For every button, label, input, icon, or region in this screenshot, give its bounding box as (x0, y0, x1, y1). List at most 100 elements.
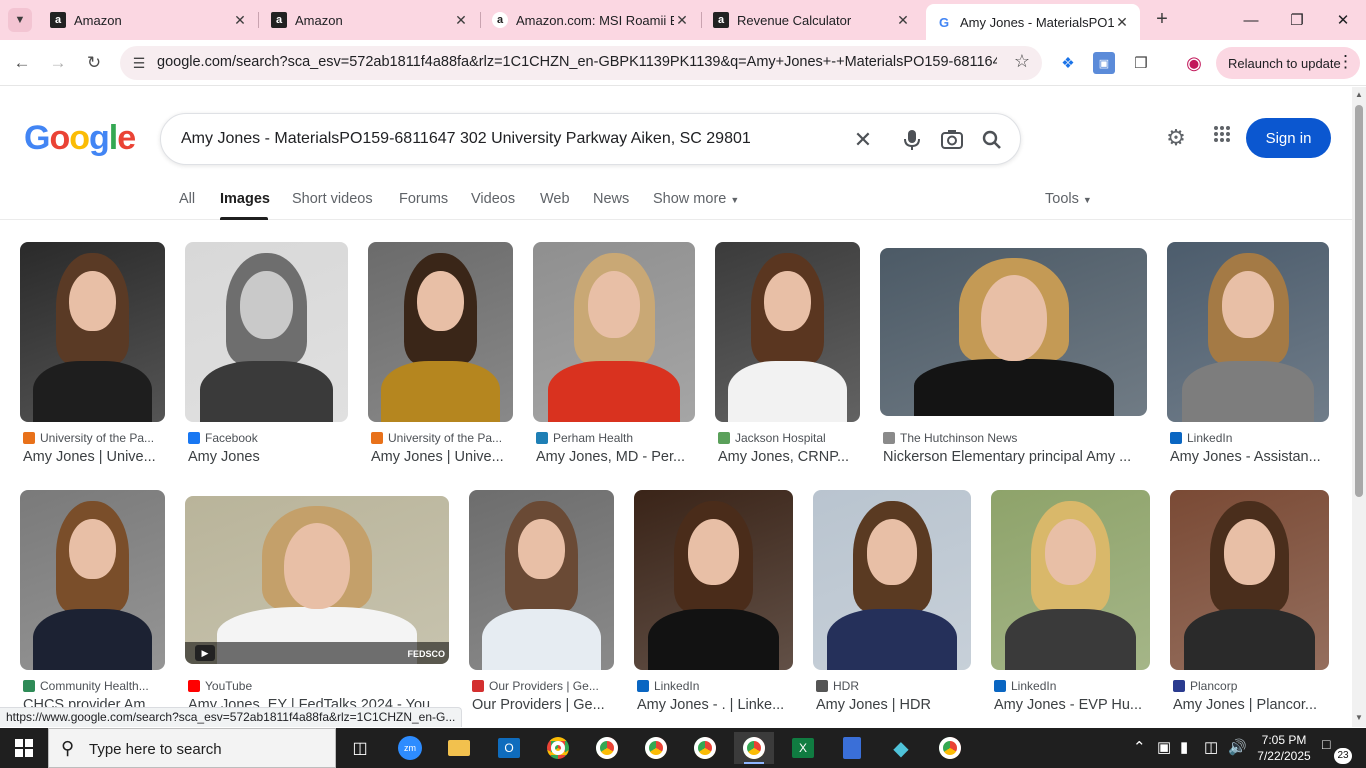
browser-tab[interactable]: a Amazon ✕ (261, 4, 479, 36)
result-thumbnail[interactable] (368, 242, 513, 422)
result-source[interactable]: YouTube (188, 679, 446, 693)
sign-in-button[interactable]: Sign in (1246, 118, 1331, 158)
kebab-menu-icon[interactable]: ⋮ (1337, 52, 1354, 72)
close-icon[interactable]: ✕ (232, 12, 248, 29)
result-thumbnail[interactable] (185, 242, 348, 422)
result-title[interactable]: Amy Jones - . | Linke... (637, 697, 790, 713)
image-result[interactable]: Community Health... CHCS provider Am... (20, 490, 170, 720)
result-source[interactable]: University of the Pa... (371, 431, 515, 445)
settings-gear-icon[interactable]: ⚙ (1162, 125, 1190, 153)
result-thumbnail[interactable] (20, 242, 165, 422)
image-result[interactable]: Perham Health Amy Jones, MD - Per... (533, 242, 695, 472)
minimize-button[interactable]: — (1228, 0, 1274, 40)
result-source[interactable]: Facebook (188, 431, 345, 445)
play-icon[interactable]: ▶ (195, 645, 215, 661)
close-icon[interactable]: ✕ (895, 12, 911, 29)
relaunch-button[interactable]: Relaunch to update ⋮ (1216, 47, 1360, 79)
reload-button[interactable]: ↻ (80, 49, 108, 77)
result-source[interactable]: The Hutchinson News (883, 431, 1144, 445)
taskbar-app-chrome-active[interactable] (734, 732, 774, 764)
image-result[interactable]: LinkedIn Amy Jones - EVP Hu... (991, 490, 1150, 720)
image-result[interactable]: Plancorp Amy Jones | Plancor... (1170, 490, 1329, 720)
taskbar-app-chrome[interactable] (587, 732, 627, 764)
result-source[interactable]: HDR (816, 679, 968, 693)
image-result[interactable]: ▶ FEDSCO YouTube Amy Jones, EY | FedTalks 2… (185, 490, 449, 720)
taskbar-app-chrome[interactable] (930, 732, 970, 764)
scroll-up-arrow-icon[interactable]: ▲ (1354, 90, 1364, 99)
result-source[interactable]: University of the Pa... (23, 431, 167, 445)
address-bar[interactable]: ☰ google.com/search?sca_esv=572ab1811f4a… (120, 46, 1042, 80)
result-title[interactable]: Amy Jones | Unive... (371, 449, 515, 465)
result-title[interactable]: Amy Jones (188, 449, 345, 465)
tab-videos[interactable]: Videos (471, 191, 515, 207)
microphone-icon[interactable] (899, 127, 925, 153)
result-thumbnail[interactable] (880, 248, 1147, 416)
browser-tab-active[interactable]: G Amy Jones - MaterialsPO159 ✕ (926, 4, 1140, 40)
taskbar-app-chrome[interactable] (685, 732, 725, 764)
volume-icon[interactable]: 🔊 (1228, 738, 1247, 756)
site-info-icon[interactable]: ☰ (128, 52, 150, 74)
result-source[interactable]: LinkedIn (1170, 431, 1326, 445)
taskbar-app-chrome[interactable] (636, 732, 676, 764)
tab-images[interactable]: Images (220, 191, 270, 207)
result-thumbnail[interactable] (1170, 490, 1329, 670)
camera-lens-icon[interactable] (939, 127, 965, 153)
result-title[interactable]: Amy Jones, CRNP... (718, 449, 862, 465)
task-view-button[interactable]: ◫ (340, 732, 380, 764)
taskbar-app-pinned[interactable]: ◆ (881, 732, 921, 764)
meet-now-icon[interactable]: ▣ (1157, 738, 1171, 756)
close-icon[interactable]: ✕ (674, 12, 690, 29)
new-tab-button[interactable]: + (1150, 8, 1174, 32)
tab-show-more[interactable]: Show more ▼ (653, 191, 739, 207)
image-result[interactable]: LinkedIn Amy Jones - . | Linke... (634, 490, 793, 720)
taskbar-app-file-explorer[interactable] (439, 732, 479, 764)
taskbar-app-calculator[interactable] (832, 732, 872, 764)
power-icon[interactable]: ▮ (1180, 738, 1188, 756)
image-result[interactable]: The Hutchinson News Nickerson Elementary … (880, 242, 1147, 472)
result-title[interactable]: Amy Jones | HDR (816, 697, 968, 713)
result-source[interactable]: Jackson Hospital (718, 431, 862, 445)
extensions-puzzle-icon[interactable]: ❒ (1130, 52, 1152, 74)
clear-search-icon[interactable]: ✕ (850, 127, 876, 153)
result-thumbnail[interactable]: ▶ FEDSCO (185, 496, 449, 664)
tab-search-menu-button[interactable]: ▼ (8, 8, 32, 32)
image-result[interactable]: University of the Pa... Amy Jones | Unive… (368, 242, 518, 472)
result-thumbnail[interactable] (533, 242, 695, 422)
result-source[interactable]: LinkedIn (637, 679, 790, 693)
tab-web[interactable]: Web (540, 191, 570, 207)
browser-tab[interactable]: a Revenue Calculator ✕ (703, 4, 921, 36)
image-result[interactable]: Facebook Amy Jones (185, 242, 348, 472)
extension-icon[interactable]: ❖ (1057, 52, 1079, 74)
extension-image-icon[interactable]: ▣ (1093, 52, 1115, 74)
result-title[interactable]: Amy Jones - Assistan... (1170, 449, 1326, 465)
bookmark-star-icon[interactable]: ☆ (1014, 51, 1030, 72)
result-thumbnail[interactable] (634, 490, 793, 670)
system-clock[interactable]: 7:05 PM 7/22/2025 (1254, 732, 1314, 764)
tab-all[interactable]: All (179, 191, 195, 207)
result-source[interactable]: Plancorp (1173, 679, 1326, 693)
google-logo[interactable]: Google (24, 119, 136, 158)
network-icon[interactable]: ◫ (1204, 738, 1218, 756)
tab-short-videos[interactable]: Short videos (292, 191, 373, 207)
result-title[interactable]: Amy Jones - EVP Hu... (994, 697, 1147, 713)
search-box[interactable]: Amy Jones - MaterialsPO159-6811647 302 U… (160, 113, 1021, 165)
search-input[interactable]: Amy Jones - MaterialsPO159-6811647 302 U… (181, 130, 751, 148)
taskbar-app-chrome[interactable] (538, 732, 578, 764)
result-thumbnail[interactable] (20, 490, 165, 670)
search-icon[interactable] (979, 127, 1005, 153)
result-source[interactable]: Community Health... (23, 679, 167, 693)
forward-button[interactable]: → (44, 49, 72, 77)
taskbar-search-box[interactable]: ⚲ Type here to search (48, 728, 336, 768)
close-icon[interactable]: ✕ (1114, 14, 1130, 31)
close-icon[interactable]: ✕ (453, 12, 469, 29)
scrollbar[interactable]: ▲ ▼ (1352, 87, 1366, 727)
start-button[interactable] (0, 728, 48, 768)
result-source[interactable]: Our Providers | Ge... (472, 679, 616, 693)
result-title[interactable]: Our Providers | Ge... (472, 697, 616, 713)
result-source[interactable]: LinkedIn (994, 679, 1147, 693)
back-button[interactable]: ← (8, 49, 36, 77)
image-result[interactable]: Jackson Hospital Amy Jones, CRNP... (715, 242, 865, 472)
taskbar-app-excel[interactable]: X (783, 732, 823, 764)
taskbar-app-outlook[interactable]: O (489, 732, 529, 764)
url-text[interactable]: google.com/search?sca_esv=572ab1811f4a88… (157, 54, 997, 70)
